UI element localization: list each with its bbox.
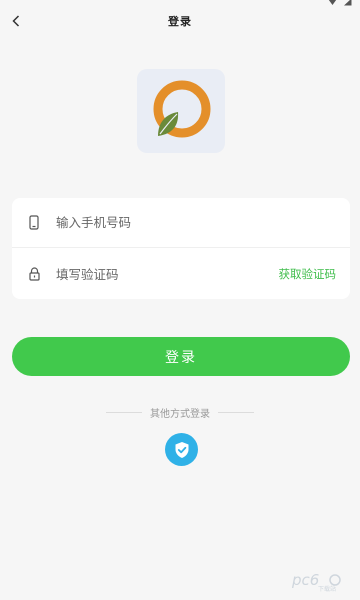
wifi-icon (328, 0, 337, 5)
phone-icon (12, 215, 56, 230)
login-button[interactable]: 登录 (12, 337, 350, 376)
nav-bar: 登录 (0, 8, 360, 34)
login-form: 获取验证码 (12, 198, 350, 299)
shield-login-button[interactable] (165, 433, 198, 466)
status-icons (328, 0, 352, 6)
shield-check-icon (175, 441, 188, 458)
back-button[interactable] (4, 8, 28, 34)
page-title: 登录 (168, 15, 192, 28)
phone-row (12, 198, 350, 248)
divider-line-left (106, 411, 142, 413)
app-logo-icon (153, 80, 211, 138)
divider-line-right (218, 411, 254, 413)
phone-input[interactable] (56, 207, 350, 238)
status-bar (0, 0, 360, 8)
verification-code-input[interactable] (56, 259, 279, 289)
app-logo (137, 69, 225, 153)
code-row: 获取验证码 (12, 249, 350, 299)
signal-icon (344, 0, 352, 6)
other-login-label: 其他方式登录 (150, 408, 210, 420)
svg-text:下载站: 下载站 (318, 585, 336, 592)
lock-icon (12, 267, 56, 281)
watermark-logo: pc6 下载站 (290, 566, 350, 593)
chevron-left-icon (12, 15, 20, 27)
get-code-button[interactable]: 获取验证码 (279, 266, 351, 282)
other-login-divider: 其他方式登录 (0, 404, 360, 420)
svg-text:pc6: pc6 (291, 571, 319, 589)
